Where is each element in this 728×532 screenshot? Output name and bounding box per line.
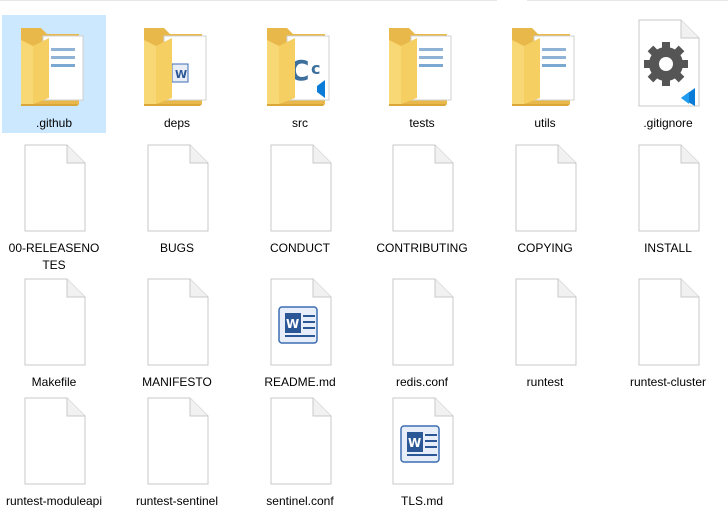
file-item[interactable]: MANIFESTO bbox=[125, 274, 229, 392]
file-item[interactable]: Makefile bbox=[2, 274, 106, 392]
vscode-gear-file-icon bbox=[633, 18, 705, 108]
blank-file-icon bbox=[19, 396, 91, 486]
folder-c-icon: Cc bbox=[265, 18, 337, 108]
file-name-label: tests bbox=[409, 116, 435, 130]
file-item[interactable]: tests bbox=[370, 15, 474, 133]
folder-icon bbox=[19, 18, 91, 108]
file-name-label: src bbox=[292, 116, 308, 130]
blank-file-icon bbox=[633, 277, 705, 367]
file-name-label: deps bbox=[163, 116, 191, 130]
folder-word-icon: W bbox=[142, 18, 214, 108]
file-name-label: BUGS bbox=[159, 241, 194, 255]
file-item[interactable]: INSTALL bbox=[616, 140, 720, 258]
svg-text:c: c bbox=[311, 59, 320, 78]
file-item[interactable]: COPYING bbox=[493, 140, 597, 258]
blank-file-icon bbox=[510, 143, 582, 233]
file-name-label: MANIFESTO bbox=[142, 375, 212, 389]
folder-icon bbox=[510, 18, 582, 108]
file-name-label: 00-RELEASENOTES bbox=[8, 241, 100, 272]
blank-file-icon bbox=[265, 396, 337, 486]
file-item[interactable]: 00-RELEASENOTES bbox=[2, 140, 106, 272]
file-item[interactable]: W TLS.md bbox=[370, 393, 474, 511]
file-name-label: .github bbox=[35, 116, 73, 130]
file-item[interactable]: .github bbox=[2, 15, 106, 133]
file-item[interactable]: redis.conf bbox=[370, 274, 474, 392]
svg-text:W: W bbox=[175, 68, 187, 81]
file-item[interactable]: runtest-cluster bbox=[616, 274, 720, 392]
file-name-label: runtest-moduleapi bbox=[5, 494, 103, 508]
blank-file-icon bbox=[142, 277, 214, 367]
file-name-label: utils bbox=[534, 116, 556, 130]
svg-text:W: W bbox=[286, 317, 299, 331]
folder-icon bbox=[387, 18, 459, 108]
blank-file-icon bbox=[142, 143, 214, 233]
file-name-label: runtest bbox=[526, 375, 564, 389]
blank-file-icon bbox=[387, 277, 459, 367]
file-item[interactable]: W README.md bbox=[248, 274, 352, 392]
file-name-label: .gitignore bbox=[643, 116, 693, 130]
file-name-label: CONTRIBUTING bbox=[376, 241, 468, 255]
file-name-label: INSTALL bbox=[644, 241, 692, 255]
file-item[interactable]: Cc src bbox=[248, 15, 352, 133]
file-name-label: sentinel.conf bbox=[266, 494, 334, 508]
file-name-label: runtest-sentinel bbox=[135, 494, 219, 508]
blank-file-icon bbox=[19, 143, 91, 233]
file-item[interactable]: sentinel.conf bbox=[248, 393, 352, 511]
file-item[interactable]: utils bbox=[493, 15, 597, 133]
file-item[interactable]: runtest bbox=[493, 274, 597, 392]
file-name-label: README.md bbox=[264, 375, 336, 389]
word-document-icon: W bbox=[387, 396, 459, 486]
file-item[interactable]: runtest-sentinel bbox=[125, 393, 229, 511]
blank-file-icon bbox=[142, 396, 214, 486]
word-document-icon: W bbox=[265, 277, 337, 367]
file-name-label: Makefile bbox=[31, 375, 77, 389]
file-name-label: runtest-cluster bbox=[629, 375, 707, 389]
file-item[interactable]: CONTRIBUTING bbox=[370, 140, 474, 258]
blank-file-icon bbox=[265, 143, 337, 233]
svg-text:W: W bbox=[408, 436, 421, 450]
file-name-label: CONDUCT bbox=[270, 241, 330, 255]
file-name-label: COPYING bbox=[517, 241, 573, 255]
file-item[interactable]: .gitignore bbox=[616, 15, 720, 133]
file-item[interactable]: BUGS bbox=[125, 140, 229, 258]
blank-file-icon bbox=[633, 143, 705, 233]
file-grid: .github Wdeps Cc src tests utils .gitignore 00-… bbox=[0, 0, 728, 532]
file-item[interactable]: CONDUCT bbox=[248, 140, 352, 258]
blank-file-icon bbox=[387, 143, 459, 233]
file-name-label: TLS.md bbox=[400, 494, 443, 508]
file-item[interactable]: runtest-moduleapi bbox=[2, 393, 106, 511]
blank-file-icon bbox=[510, 277, 582, 367]
blank-file-icon bbox=[19, 277, 91, 367]
file-item[interactable]: Wdeps bbox=[125, 15, 229, 133]
file-name-label: redis.conf bbox=[395, 375, 449, 389]
